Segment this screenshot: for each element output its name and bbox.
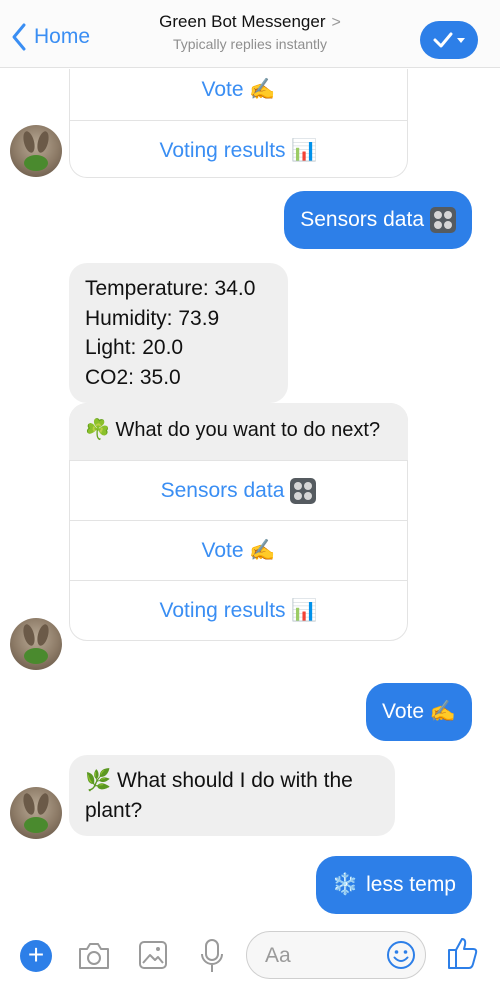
bot-avatar[interactable] <box>10 787 62 839</box>
incoming-message[interactable]: Temperature: 34.0 Humidity: 73.9 Light: … <box>69 263 288 403</box>
bot-avatar[interactable] <box>10 618 62 670</box>
control-knobs-icon <box>430 207 456 233</box>
message-input[interactable] <box>265 943 380 969</box>
sensor-humidity: Humidity: 73.9 <box>85 306 220 330</box>
chevron-right-icon: > <box>331 14 341 31</box>
chat-header: Home Green Bot Messenger > Typically repl… <box>0 0 500 68</box>
sensor-co2: CO2: 35.0 <box>85 365 181 389</box>
check-menu-button[interactable] <box>420 21 478 59</box>
option-vote[interactable]: Vote ✍️ <box>70 520 407 580</box>
outgoing-message[interactable]: Sensors data <box>284 191 472 249</box>
control-knobs-icon <box>290 477 317 504</box>
composer-bar: + <box>0 917 500 997</box>
sensor-temperature: Temperature: 34.0 <box>85 277 256 300</box>
thumbs-up-icon[interactable] <box>446 935 480 971</box>
camera-icon[interactable] <box>76 939 112 973</box>
option-voting-results[interactable]: Voting results 📊 <box>70 120 407 180</box>
quick-reply-card: Vote ✍️ Voting results 📊 <box>69 69 408 178</box>
shamrock-icon: ☘️ <box>85 419 110 441</box>
quick-reply-card: ☘️ What do you want to do next? Sensors … <box>69 403 408 641</box>
herb-icon: 🌿 <box>85 769 112 792</box>
image-icon[interactable] <box>137 939 169 971</box>
emoji-icon[interactable] <box>385 939 417 971</box>
sensor-light: Light: 20.0 <box>85 336 184 359</box>
outgoing-message[interactable]: Vote ✍️ <box>365 683 472 741</box>
checkmark-icon <box>433 32 465 48</box>
page-title: Green Bot Messenger <box>159 12 326 31</box>
bot-avatar[interactable] <box>10 125 62 177</box>
option-sensors-data[interactable]: Sensors data <box>70 460 407 520</box>
option-vote[interactable]: Vote ✍️ <box>70 69 407 120</box>
incoming-message[interactable]: 🌿 What should I do with the plant? <box>69 755 395 836</box>
outgoing-message[interactable]: ❄️ less temp <box>315 856 472 914</box>
option-voting-results[interactable]: Voting results 📊 <box>70 580 407 640</box>
plus-icon[interactable]: + <box>20 940 52 972</box>
snowflake-icon: ❄️ <box>331 873 359 896</box>
microphone-icon[interactable] <box>198 937 226 975</box>
message-list[interactable]: Vote ✍️ Voting results 📊 Sensors data Te… <box>0 69 500 917</box>
message-input-container[interactable] <box>246 931 426 979</box>
card-question: ☘️ What do you want to do next? <box>69 403 408 460</box>
